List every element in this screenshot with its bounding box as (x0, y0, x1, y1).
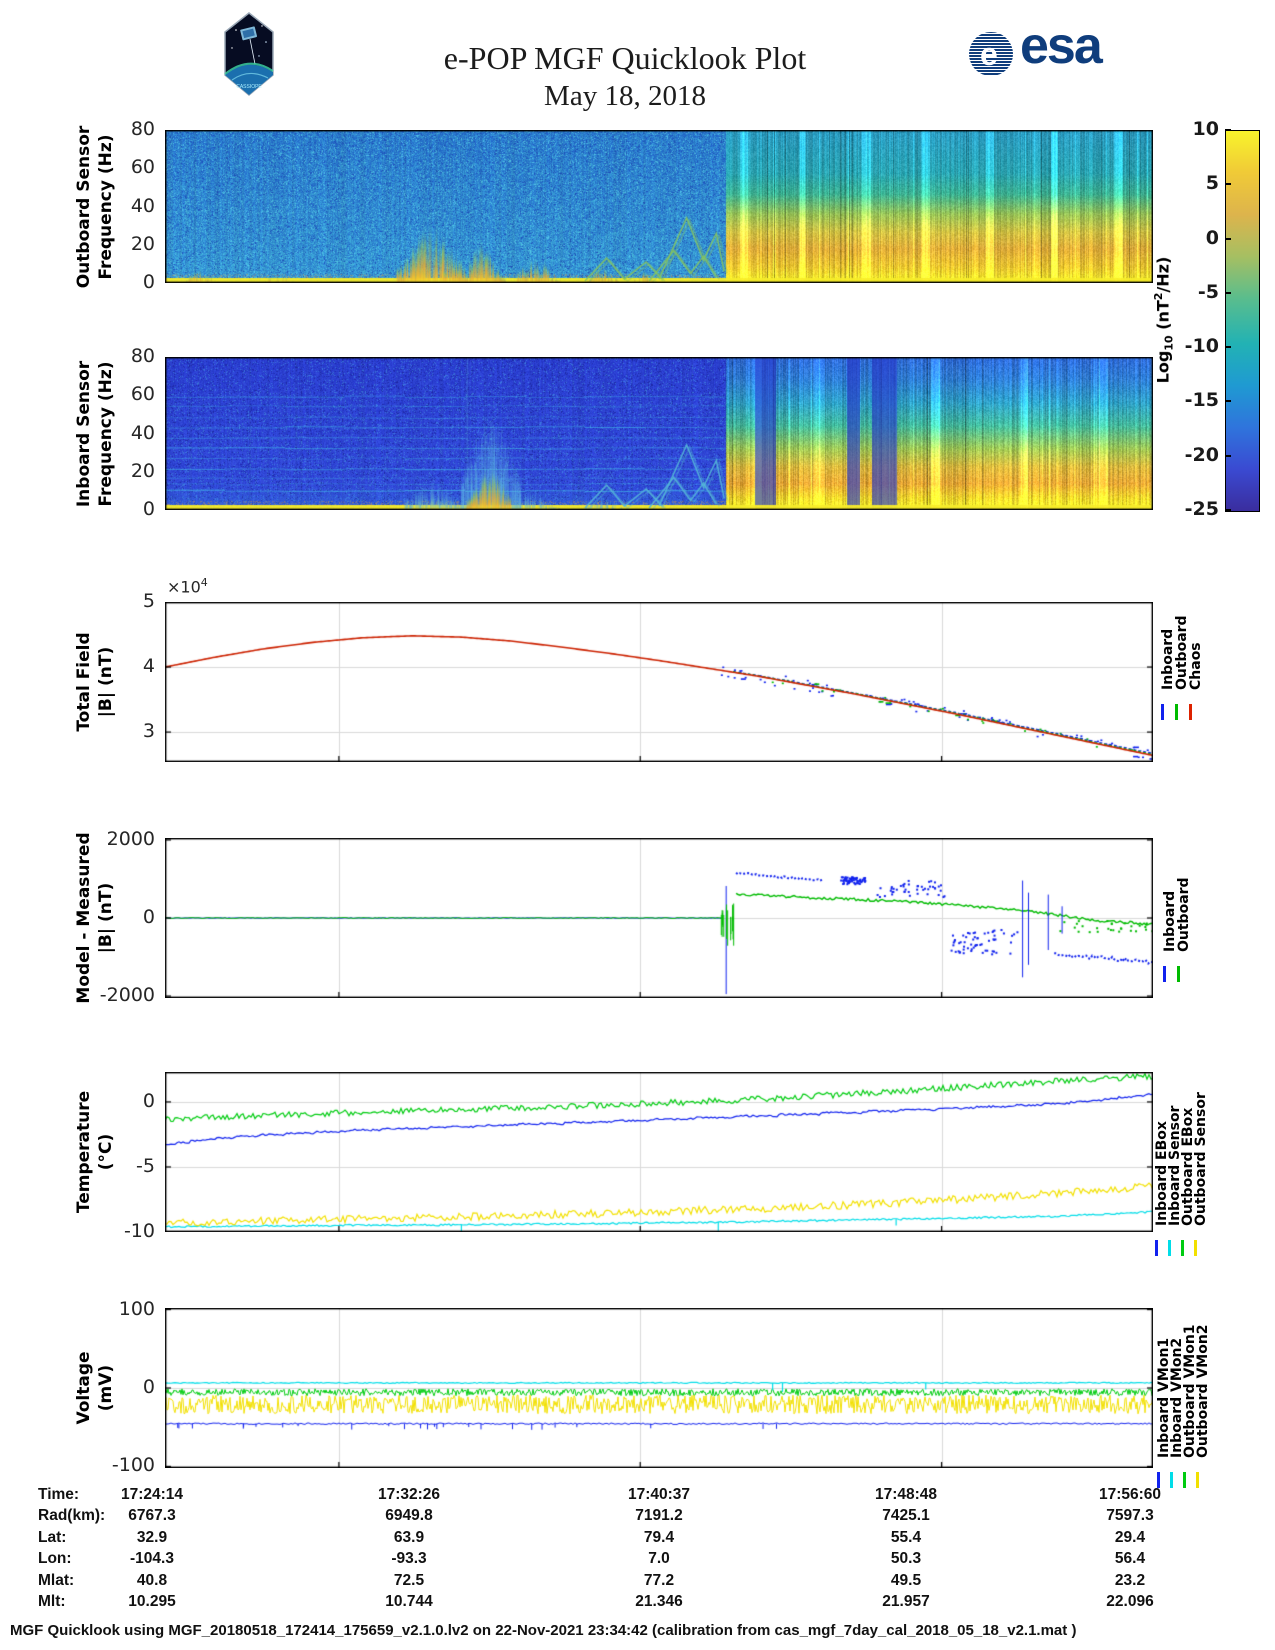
table-cell-r4-c2: 77.2 (643, 1571, 675, 1589)
colorbar-tick-mark (1225, 346, 1231, 349)
temperature-ytick--10: -10 (123, 1220, 155, 1242)
total-field-ytick-5: 5 (142, 590, 155, 612)
temperature-canvas (165, 1072, 1153, 1232)
colorbar-tick-mark (1225, 183, 1231, 186)
table-cell-r2-c3: 55.4 (890, 1528, 922, 1546)
legend-tick-model-measured-0 (1163, 966, 1166, 982)
table-cell-r1-c0: 6767.3 (128, 1507, 176, 1525)
table-cell-r5-c3: 21.957 (882, 1593, 930, 1610)
table-cell-r1-c4: 7597.3 (1106, 1507, 1154, 1525)
legend-tick-temperature-1 (1168, 1240, 1171, 1256)
cassiope-mission-patch-logo: CASSIOPE (224, 12, 274, 96)
plot-date: May 18, 2018 (544, 80, 706, 112)
voltage-ylabel-line1: Voltage (74, 1351, 94, 1425)
table-cell-r1-c2: 7191.2 (635, 1507, 683, 1525)
colorbar-tick-label-0: 0 (1205, 226, 1219, 249)
table-cell-r0-c2: 17:40:37 (627, 1486, 691, 1503)
table-cell-r3-c0: -104.3 (130, 1550, 174, 1568)
legend-tick-model-measured-1 (1177, 966, 1180, 982)
model-measured-canvas (165, 838, 1153, 998)
plot-title: e-POP MGF Quicklook Plot (443, 40, 807, 76)
legend-model-measured-outboard: Outboard (1176, 877, 1192, 952)
table-cell-r3-c1: -93.3 (391, 1550, 427, 1568)
colorbar-tick-label--25: -25 (1184, 498, 1219, 520)
legend-tick-total-field-0 (1161, 704, 1164, 720)
colorbar-label: Log10 (nT2/Hz) (1152, 256, 1176, 384)
voltage-ytick--100: -100 (111, 1454, 155, 1477)
voltage-canvas (165, 1308, 1153, 1468)
inboard-spectrogram-ylabel-line2: Frequency (Hz) (96, 360, 116, 507)
legend-tick-temperature-0 (1155, 1240, 1158, 1256)
colorbar-tick-mark (1225, 509, 1231, 511)
table-cell-r0-c4: 17:56:60 (1098, 1486, 1162, 1503)
table-cell-r2-c2: 79.4 (643, 1528, 675, 1546)
model-measured-ylabel-line2: |B| (nT) (96, 882, 116, 954)
outboard-spectrogram-canvas (165, 130, 1153, 283)
table-cell-r0-c3: 17:48:48 (874, 1486, 938, 1503)
colorbar-tick-label--20: -20 (1184, 443, 1219, 466)
esa-globe-icon: e (969, 32, 1013, 76)
table-cell-r1-c3: 7425.1 (882, 1507, 930, 1525)
table-cell-r5-c0: 10.295 (128, 1593, 176, 1610)
colorbar-tick-label-5: 5 (1205, 172, 1219, 195)
total-field-canvas (165, 602, 1153, 762)
total-field-ylabel-line1: Total Field (74, 632, 94, 732)
table-cell-r2-c1: 63.9 (393, 1528, 425, 1546)
table-cell-r1-c1: 6949.8 (385, 1507, 433, 1525)
colorbar-tick-label--5: -5 (1197, 280, 1219, 303)
table-cell-r0-c1: 17:32:26 (377, 1486, 441, 1503)
inboard-spectrogram-ylabel-line1: Inboard Sensor (74, 360, 94, 507)
total-field-exponent-label: ×104 (167, 576, 208, 597)
inboard-spectrogram-canvas (165, 357, 1153, 510)
temperature-ylabel-line1: Temperature (74, 1090, 94, 1214)
table-cell-r3-c3: 50.3 (890, 1550, 922, 1568)
table-cell-r4-c0: 40.8 (136, 1571, 168, 1589)
svg-text:e: e (980, 36, 998, 72)
colorbar-tick-mark (1225, 291, 1231, 294)
table-cell-r2-c0: 32.9 (136, 1528, 168, 1546)
legend-tick-temperature-2 (1181, 1240, 1184, 1256)
table-cell-r3-c4: 56.4 (1114, 1550, 1146, 1568)
legend-voltage-outboard-vmon2: Outboard VMon2 (1195, 1324, 1211, 1458)
legend-total-field-chaos: Chaos (1188, 642, 1204, 690)
colorbar-tick-mark (1225, 129, 1231, 131)
table-cell-r4-c1: 72.5 (393, 1571, 425, 1589)
colorbar-tick-mark (1225, 237, 1231, 240)
legend-tick-total-field-1 (1175, 704, 1178, 720)
voltage-ylabel-line2: (mV) (96, 1364, 116, 1412)
colorbar-tick-label-10: 10 (1192, 118, 1219, 140)
total-field-ytick-3: 3 (142, 720, 155, 743)
colorbar-tick-label--15: -15 (1184, 389, 1219, 412)
legend-temperature-outboard-sensor: Outboard Sensor (1193, 1092, 1209, 1226)
header: CASSIOPE e-POP MGF Quicklook Plot May 18… (0, 0, 1275, 115)
table-cell-r4-c4: 23.2 (1114, 1571, 1146, 1589)
table-cell-r5-c4: 22.096 (1106, 1593, 1154, 1610)
epop-mgf-quicklook-page: { "header": { "title": "e-POP MGF Quickl… (0, 0, 1275, 1650)
esa-wordmark: esa (1020, 17, 1103, 75)
colorbar-tick-mark (1225, 454, 1231, 457)
table-cell-r5-c1: 10.744 (385, 1593, 433, 1610)
table-cell-r0-c0: 17:24:14 (120, 1486, 184, 1503)
colorbar-tick-label--10: -10 (1184, 335, 1219, 358)
colorbar-tick-mark (1225, 400, 1231, 403)
model-measured-ytick--2000: -2000 (99, 984, 155, 1007)
legend-tick-temperature-3 (1194, 1240, 1197, 1256)
table-cell-r5-c2: 21.346 (635, 1593, 683, 1610)
esa-logo: e esa (968, 17, 1148, 80)
footer-caption: MGF Quicklook using MGF_20180518_172414_… (10, 1622, 1077, 1639)
model-measured-ylabel-line1: Model - Measured (74, 832, 94, 1004)
model-measured-ytick-2000: 2000 (106, 827, 155, 850)
cassiope-wordmark: CASSIOPE (236, 84, 262, 90)
table-cell-r4-c3: 49.5 (890, 1571, 922, 1589)
voltage-ytick-100: 100 (118, 1297, 155, 1320)
legend-tick-total-field-2 (1189, 704, 1192, 720)
table-cell-r3-c2: 7.0 (648, 1550, 670, 1568)
temperature-ytick-0: 0 (142, 1089, 155, 1112)
table-cell-r2-c4: 29.4 (1114, 1528, 1146, 1546)
total-field-ylabel-line2: |B| (nT) (96, 646, 116, 718)
temperature-ylabel-line2: (°C) (96, 1133, 116, 1171)
outboard-spectrogram-ylabel-line1: Outboard Sensor (74, 125, 94, 288)
outboard-spectrogram-ylabel-line2: Frequency (Hz) (96, 133, 116, 280)
